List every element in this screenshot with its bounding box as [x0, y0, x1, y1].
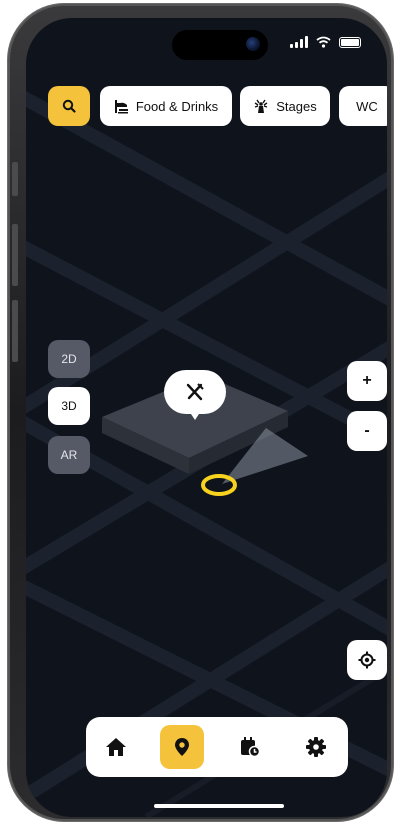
status-bar	[290, 36, 361, 48]
search-button[interactable]	[48, 86, 90, 126]
filter-chip-label: WC	[356, 98, 378, 114]
nav-settings-button[interactable]	[294, 725, 338, 769]
stages-icon	[254, 99, 268, 113]
zoom-in-label: +	[362, 372, 372, 389]
view-mode-label: 2D	[61, 352, 77, 366]
filter-chip-wc[interactable]: WC	[339, 86, 387, 126]
locate-me-button[interactable]	[347, 640, 387, 680]
poi-bubble-tail	[189, 411, 201, 420]
phone-screen: Food & Drinks Stages WC 2D 3D AR + -	[26, 18, 387, 817]
search-icon	[62, 99, 76, 113]
nav-schedule-button[interactable]	[228, 725, 272, 769]
user-location-ring	[201, 474, 237, 496]
battery-icon	[339, 36, 361, 48]
dynamic-island	[172, 30, 268, 60]
camera-icon	[246, 37, 260, 51]
calendar-clock-icon	[241, 737, 261, 758]
nav-home-button[interactable]	[94, 725, 138, 769]
home-indicator[interactable]	[154, 804, 284, 808]
side-button-mute	[12, 162, 18, 196]
crosshair-icon	[358, 651, 376, 669]
view-mode-3d-button[interactable]: 3D	[48, 387, 90, 425]
filter-chip-label: Food & Drinks	[135, 98, 219, 114]
bottom-nav	[86, 717, 348, 777]
utensils-icon	[186, 383, 204, 401]
zoom-in-button[interactable]: +	[347, 361, 387, 401]
home-icon	[106, 738, 126, 756]
side-button-volume-up	[12, 224, 18, 286]
view-mode-2d-button[interactable]: 2D	[48, 340, 90, 378]
poi-food-marker[interactable]	[164, 370, 226, 414]
food-drinks-icon	[114, 99, 128, 113]
nav-map-button[interactable]	[160, 725, 204, 769]
side-button-volume-down	[12, 300, 18, 362]
view-mode-label: 3D	[61, 399, 77, 413]
settings-icon	[306, 737, 326, 757]
signal-bars-icon	[290, 36, 308, 48]
phone-frame: Food & Drinks Stages WC 2D 3D AR + -	[8, 4, 393, 821]
zoom-out-label: -	[364, 422, 370, 439]
filter-chip-stages[interactable]: Stages	[240, 86, 330, 126]
wifi-icon	[316, 36, 331, 48]
filter-chip-label: Stages	[276, 98, 317, 114]
zoom-out-button[interactable]: -	[347, 411, 387, 451]
view-mode-ar-button[interactable]: AR	[48, 436, 90, 474]
filter-chip-food-drinks[interactable]: Food & Drinks	[100, 86, 232, 126]
view-mode-label: AR	[60, 448, 78, 462]
map-pin-icon	[175, 738, 189, 756]
